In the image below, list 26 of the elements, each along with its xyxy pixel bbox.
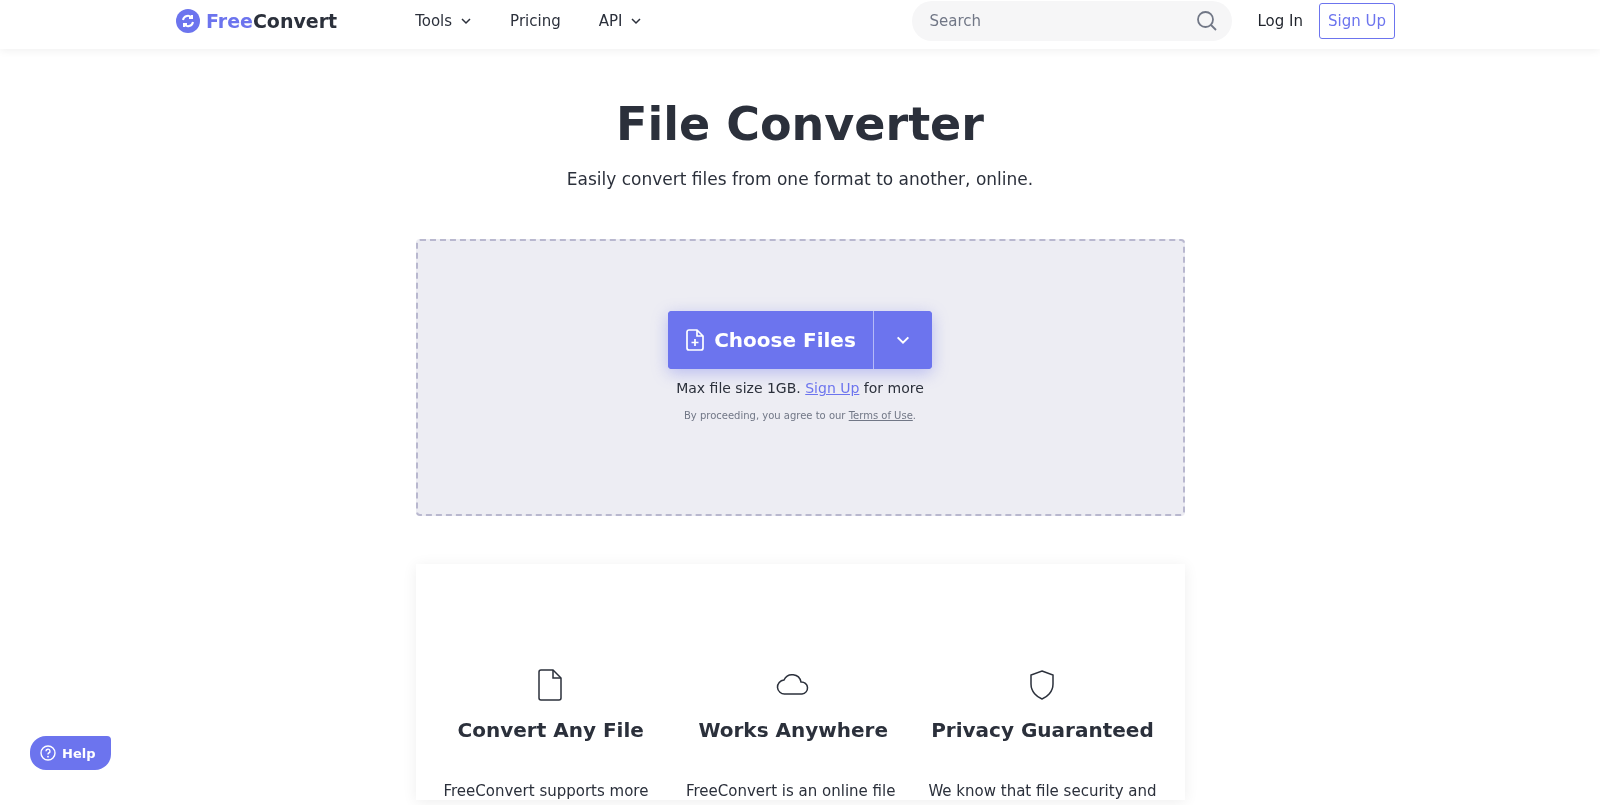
feature-title: Works Anywhere bbox=[698, 718, 888, 742]
terms-link[interactable]: Terms of Use bbox=[848, 410, 913, 421]
nav-link[interactable]: Pricing bbox=[510, 11, 561, 30]
add-file-icon bbox=[686, 329, 705, 351]
feature-title: Convert Any File bbox=[457, 718, 644, 742]
file-size-note: Max file size 1GB. Sign Up for more bbox=[676, 380, 924, 396]
feature-text: FreeConvert is an online file bbox=[685, 782, 897, 800]
nav-link[interactable]: Tools bbox=[415, 11, 473, 30]
page-title: File Converter bbox=[616, 97, 984, 151]
terms-note: By proceeding, you agree to our Terms of Use. bbox=[684, 410, 916, 421]
nav-link[interactable]: API bbox=[598, 11, 643, 30]
page-subtitle: Easily convert files from one format to another, online. bbox=[566, 169, 1034, 189]
question-icon bbox=[40, 745, 56, 761]
search-icon bbox=[1195, 9, 1218, 32]
feature-text: We know that file security and bbox=[928, 782, 1157, 800]
signup-button[interactable]: Sign Up bbox=[1319, 2, 1395, 39]
search-field[interactable]: Search bbox=[911, 0, 1232, 41]
feature-text: FreeConvert supports more bbox=[443, 782, 650, 800]
help-button[interactable]: Help bbox=[30, 736, 112, 770]
dropdown-button[interactable] bbox=[873, 311, 932, 369]
freeconvert-logo[interactable]: FreeConvert bbox=[176, 8, 338, 33]
logo-icon bbox=[176, 8, 200, 33]
drop-zone[interactable]: Choose Files Max file size 1GB. Sign Up for more By proceeding, you agree to our Terms of Use. bbox=[415, 239, 1185, 516]
login-link[interactable]: Log In bbox=[1257, 11, 1303, 30]
feature-title: Privacy Guaranteed bbox=[931, 718, 1154, 742]
choose-files-button[interactable]: Choose Files bbox=[668, 311, 874, 369]
